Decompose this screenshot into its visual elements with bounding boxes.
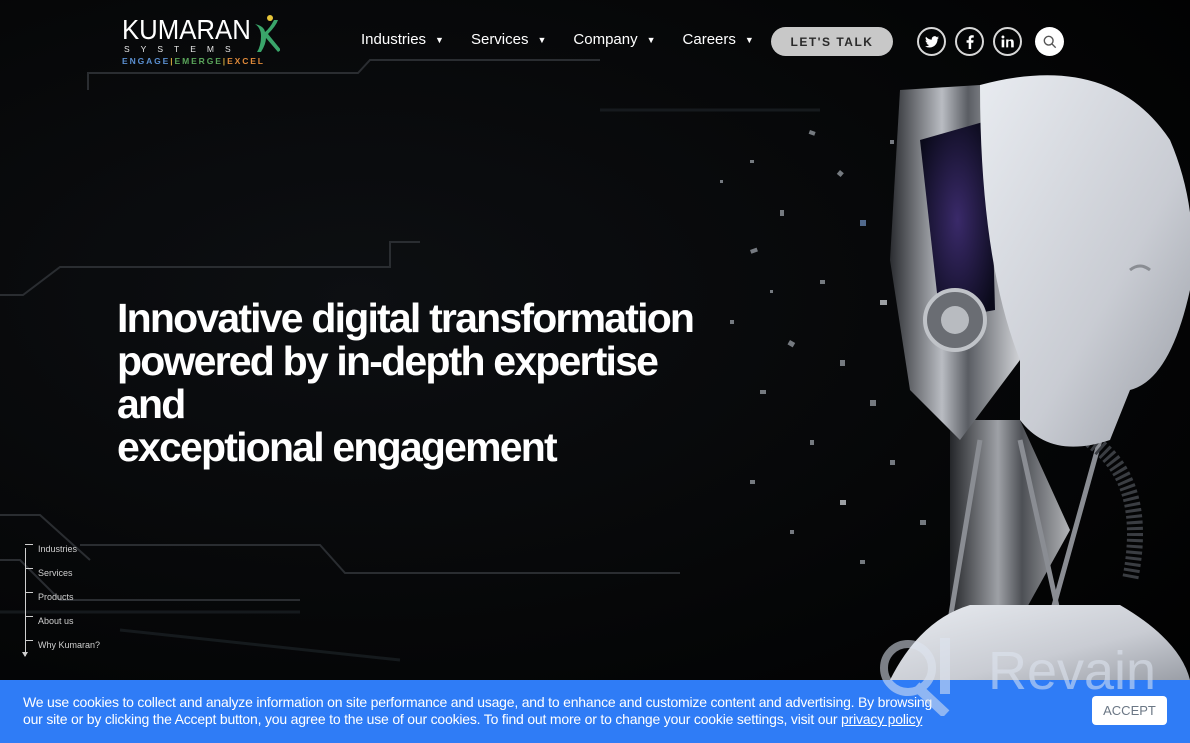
linkedin-button[interactable] [993, 27, 1022, 56]
tagline-engage: ENGAGE [122, 56, 171, 66]
cookie-message: We use cookies to collect and analyze in… [23, 694, 953, 728]
nav-item-company[interactable]: Company ▼ [573, 31, 655, 48]
sidenav-label: Services [38, 568, 73, 578]
tagline-excel: EXCEL [227, 56, 265, 66]
hero-headline: Innovative digital transformation powere… [117, 297, 697, 469]
main-nav: Industries ▼ Services ▼ Company ▼ Career… [361, 31, 781, 48]
privacy-policy-link[interactable]: privacy policy [841, 711, 922, 727]
sidenav-label: Products [38, 592, 74, 602]
sidenav-tick [25, 616, 33, 618]
search-button[interactable] [1035, 27, 1064, 56]
twitter-button[interactable] [917, 27, 946, 56]
tagline-emerge: EMERGE [174, 56, 223, 66]
cookie-text-line: We use cookies to collect and analyze in… [23, 694, 933, 710]
sidenav-item-about-us[interactable]: About us [25, 616, 74, 626]
headline-line: exceptional engagement [117, 424, 558, 470]
sidenav-tick [25, 592, 33, 594]
sidenav-tick [25, 544, 33, 546]
nav-label: Careers [682, 31, 736, 48]
robot-illustration [720, 75, 1190, 680]
sidenav-label: Industries [38, 544, 78, 554]
nav-item-industries[interactable]: Industries ▼ [361, 31, 444, 48]
kumaran-logo[interactable]: KUMARAN SYSTEMS ENGAGE|EMERGE|EXCEL [122, 14, 282, 68]
sidenav-item-industries[interactable]: Industries [25, 544, 77, 554]
sidenav-item-services[interactable]: Services [25, 568, 73, 578]
sidenav-label: About us [38, 616, 74, 626]
cookie-banner: We use cookies to collect and analyze in… [0, 680, 1190, 743]
sidenav-item-why-kumaran[interactable]: Why Kumaran? [25, 640, 100, 650]
caret-down-icon: ▼ [646, 34, 656, 45]
logo-subtitle: SYSTEMS [124, 44, 242, 54]
nav-item-services[interactable]: Services ▼ [471, 31, 546, 48]
headline-line: Innovative digital transformation [117, 295, 695, 341]
nav-label: Industries [361, 31, 427, 48]
accept-cookies-button[interactable]: ACCEPT [1092, 696, 1167, 725]
nav-item-careers[interactable]: Careers ▼ [683, 31, 754, 48]
sidenav-tick [25, 640, 33, 642]
logo-tagline: ENGAGE|EMERGE|EXCEL [122, 56, 265, 66]
cookie-text-line: our site or by clicking the Accept butto… [23, 711, 953, 728]
caret-down-icon: ▼ [435, 34, 444, 45]
nav-label: Services [470, 31, 529, 48]
sidenav-item-products[interactable]: Products [25, 592, 74, 602]
arrow-down-icon [22, 652, 28, 657]
caret-down-icon: ▼ [744, 34, 754, 45]
headline-line: powered by in-depth expertise and [117, 338, 659, 427]
cookie-text-line2: our site or by clicking the Accept butto… [23, 711, 842, 727]
linkedin-icon [1001, 35, 1014, 48]
logo-wordmark: KUMARAN [122, 14, 251, 45]
search-icon [1043, 35, 1056, 48]
facebook-icon [966, 34, 974, 49]
nav-label: Company [573, 31, 638, 48]
lets-talk-button[interactable]: LET'S TALK [771, 27, 893, 56]
sidenav-label: Why Kumaran? [38, 640, 101, 650]
sidenav-tick [25, 568, 33, 570]
facebook-button[interactable] [955, 27, 984, 56]
logo-k-icon [255, 15, 280, 52]
twitter-icon [924, 35, 939, 48]
caret-down-icon: ▼ [537, 34, 547, 45]
